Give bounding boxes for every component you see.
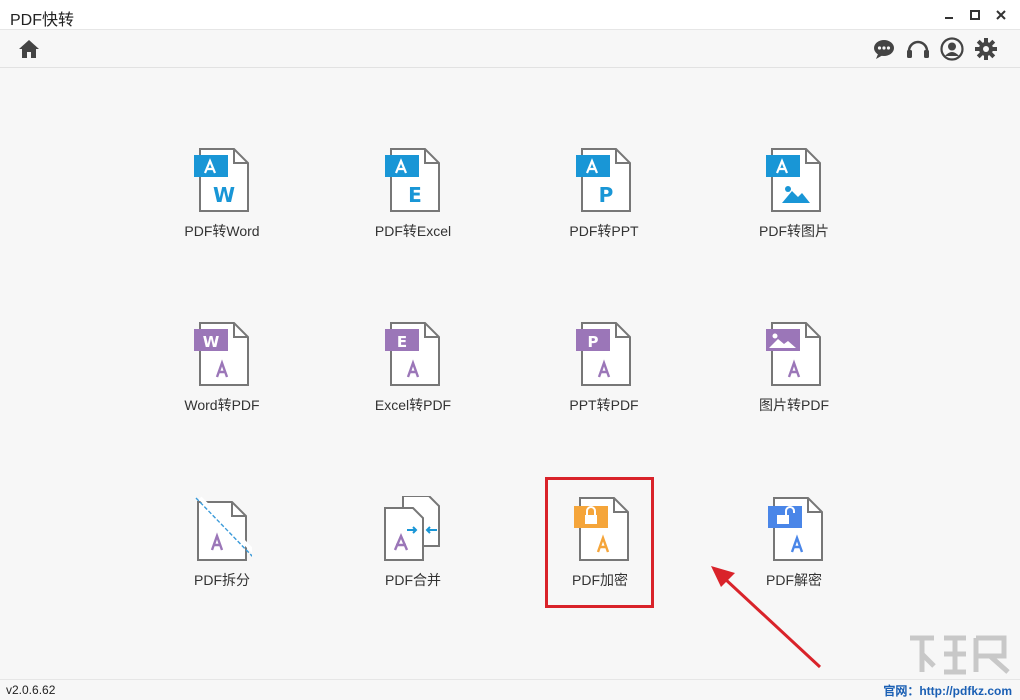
tile-label: PDF转图片 [759,223,829,239]
toolbar [0,30,1020,68]
tile-ppt-to-pdf[interactable]: P PPT转PDF [529,321,679,431]
watermark-logo [910,635,1010,675]
tile-label: 图片转PDF [759,397,829,413]
tile-label: Word转PDF [184,397,260,413]
excel-to-pdf-icon: E [385,322,440,386]
user-icon [940,37,964,61]
headset-icon [907,40,929,58]
settings-button[interactable] [974,37,998,61]
gear-icon [975,38,997,60]
tile-excel-to-pdf[interactable]: E Excel转PDF [338,321,488,431]
tile-pdf-to-ppt[interactable]: P PDF转PPT [529,147,679,257]
tile-pdf-to-image[interactable]: PDF转图片 [719,147,869,257]
minimize-icon [945,17,953,19]
pdf-split-icon [195,496,252,561]
close-icon [996,10,1006,20]
tile-pdf-split[interactable]: PDF拆分 [147,496,297,606]
close-button[interactable] [990,4,1012,26]
tool-grid: W PDF转Word E PDF转Excel P PDF转PPT PDF转图片 … [0,69,1020,679]
minimize-button[interactable] [938,4,960,26]
website-link[interactable]: 官网：http://pdfkz.com [883,682,1012,699]
maximize-button[interactable] [964,4,986,26]
svg-text:P: P [599,183,614,207]
image-to-pdf-icon [766,322,821,386]
tile-label: PDF解密 [766,572,822,588]
home-button[interactable] [17,37,41,61]
tile-pdf-to-excel[interactable]: E PDF转Excel [338,147,488,257]
account-button[interactable] [940,37,964,61]
svg-text:W: W [213,183,235,207]
tile-pdf-decrypt[interactable]: PDF解密 [719,496,869,606]
maximize-icon [970,10,980,20]
support-button[interactable] [906,37,930,61]
tile-label: Excel转PDF [374,397,452,413]
svg-text:E: E [397,333,407,351]
title-bar: PDF快转 [0,0,1020,30]
pdf-decrypt-icon [768,497,823,561]
pdf-to-word-icon: W [194,148,249,212]
pdf-to-ppt-icon: P [576,148,631,212]
tile-label: PDF转PPT [569,223,639,239]
tile-label: PDF转Word [184,223,260,239]
highlight-box [545,477,654,608]
pdf-merge-icon [384,496,440,561]
tile-label: PPT转PDF [569,397,639,413]
tile-pdf-merge[interactable]: PDF合并 [338,496,488,606]
status-bar: v2.0.6.62 官网：http://pdfkz.com [0,679,1020,700]
home-icon [19,40,39,58]
tile-label: PDF转Excel [374,223,452,239]
tile-pdf-to-word[interactable]: W PDF转Word [147,147,297,257]
ppt-to-pdf-icon: P [576,322,631,386]
chat-button[interactable] [872,37,896,61]
svg-text:P: P [588,333,599,351]
pdf-to-excel-icon: E [385,148,440,212]
window-title: PDF快转 [10,12,75,29]
tile-word-to-pdf[interactable]: W Word转PDF [147,321,297,431]
tile-label: PDF拆分 [194,572,250,588]
version-label: v2.0.6.62 [6,683,56,697]
svg-text:W: W [203,333,220,351]
svg-text:E: E [408,183,422,207]
tile-image-to-pdf[interactable]: 图片转PDF [719,321,869,431]
tile-label: PDF合并 [385,572,441,588]
word-to-pdf-icon: W [194,322,249,386]
pdf-to-image-icon [766,148,821,212]
chat-icon [874,40,894,59]
